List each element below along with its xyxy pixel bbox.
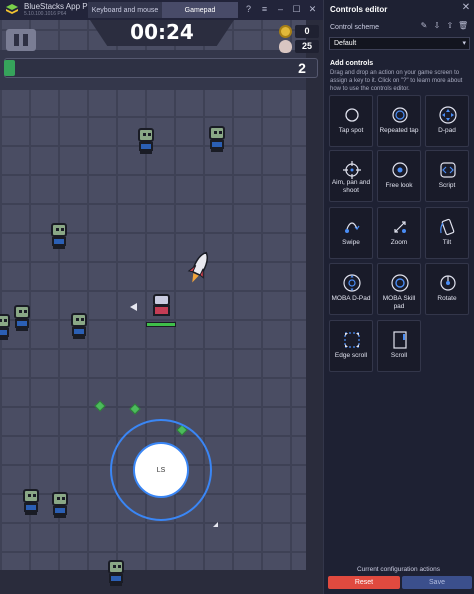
menu-icon[interactable]: ≡ [259,4,270,15]
kill-counter: 25 [295,40,319,53]
tilt-icon [440,218,455,236]
control-tile-dpad[interactable]: D-pad [425,95,469,147]
dpad-icon [439,106,457,124]
control-tile-aim-pan-shoot[interactable]: Aim, pan and shoot [329,150,373,202]
xp-bar [4,58,318,78]
delete-icon[interactable]: 🗑 [458,21,468,31]
left-stick-control[interactable]: LS [133,442,189,498]
moba-skill-pad-icon [391,274,409,292]
maximize-icon[interactable]: ☐ [291,4,302,15]
import-icon[interactable]: ⇩ [432,21,442,31]
moba-dpad-icon [343,274,361,292]
aim-arrow-icon [130,303,137,311]
xp-gem [94,400,106,412]
control-tile-tilt[interactable]: Tilt [425,207,469,259]
control-tile-edge-scroll[interactable]: Edge scroll [329,320,373,372]
zombie-enemy [50,492,70,518]
control-tile-moba-skill-pad[interactable]: MOBA Skill pad [377,263,421,315]
tap-spot-icon [345,108,359,122]
window-titlebar: BlueStacks App Player 5.10.100.1016 P64 … [0,0,323,20]
control-tile-free-look[interactable]: Free look [377,150,421,202]
zombie-enemy [136,128,156,154]
zombie-enemy [21,489,41,515]
level-number: 2 [298,60,306,76]
game-viewport[interactable]: LS [0,0,323,594]
control-tile-swipe[interactable]: Swipe [329,207,373,259]
coin-icon [279,25,292,38]
zombie-enemy [49,223,69,249]
panel-title: Controls editor [330,5,388,14]
export-icon[interactable]: ⇧ [445,21,455,31]
skull-icon [279,40,292,53]
zombie-enemy [106,560,126,586]
resize-corner-icon [213,522,218,527]
control-tile-script[interactable]: Script [425,150,469,202]
xp-gem [129,403,141,415]
chevron-down-icon: ▾ [462,40,466,47]
bluestacks-window: LS BlueStacks App Player 5.10.100.1016 P… [0,0,474,594]
panel-close-icon[interactable]: ✕ [460,2,472,14]
edge-scroll-icon [344,332,360,348]
aim-icon [343,161,361,179]
tab-gamepad[interactable]: Gamepad [162,2,238,18]
app-version: 5.10.100.1016 P64 [24,11,67,17]
free-look-icon [392,162,408,178]
xp-bar-fill [4,60,15,76]
rocket-projectile-icon [187,251,208,283]
reset-button[interactable]: Reset [328,576,400,589]
scroll-icon [393,331,407,349]
control-tile-zoom[interactable]: Zoom [377,207,421,259]
zombie-enemy [12,305,32,331]
coin-counter: 0 [295,25,319,38]
control-tile-rotate[interactable]: Rotate [425,263,469,315]
control-scheme-select[interactable]: Default ▾ [329,37,470,50]
config-actions-label: Current configuration actions [356,566,441,573]
player-character [150,294,174,318]
save-button[interactable]: Save [402,576,472,589]
rotate-icon [440,275,456,291]
script-icon [440,162,456,178]
zoom-icon [394,221,406,233]
bluestacks-logo-icon [6,4,18,14]
game-timer: 00:24 [130,20,194,44]
player-health-bar [146,322,176,327]
tab-keyboard-and-mouse[interactable]: Keyboard and mouse [88,2,162,18]
pause-button[interactable] [6,29,36,51]
add-controls-title: Add controls [330,60,374,67]
repeated-tap-icon [392,107,408,123]
swipe-icon [345,222,360,233]
zombie-enemy [0,314,12,340]
control-tile-scroll[interactable]: Scroll [377,320,421,372]
new-scheme-icon[interactable]: ✎ [419,21,429,31]
zombie-enemy [69,313,89,339]
arena-right-wall [306,0,323,594]
add-controls-description: Drag and drop an action on your game scr… [330,70,463,92]
close-icon[interactable]: ✕ [307,4,318,15]
control-scheme-label: Control scheme [330,24,380,31]
controls-editor-panel: Controls editor ✕ Control scheme ✎ ⇩ ⇧ 🗑… [323,0,474,594]
scheme-value: Default [334,40,357,47]
control-tile-repeated-tap[interactable]: Repeated tap [377,95,421,147]
control-tile-moba-dpad[interactable]: MOBA D-Pad [329,263,373,315]
minimize-icon[interactable]: – [275,4,286,15]
zombie-enemy [207,126,227,152]
control-tile-tap-spot[interactable]: Tap spot [329,95,373,147]
help-icon[interactable]: ? [243,4,254,15]
arena-bottom-wall [0,570,323,594]
